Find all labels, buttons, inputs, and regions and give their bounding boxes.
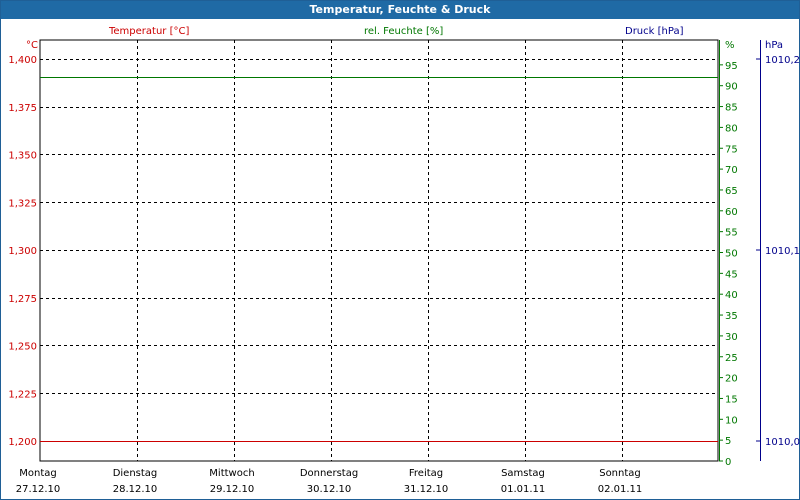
- humidity-tick-label: 40: [725, 290, 738, 301]
- humidity-tick-label: 50: [725, 249, 738, 260]
- humidity-tick-label: 80: [725, 123, 738, 134]
- x-tick-date-label: 29.12.10: [210, 484, 255, 495]
- pressure-tick-label: 1010,2: [765, 55, 800, 66]
- humidity-tick-label: 25: [725, 353, 738, 364]
- humidity-tick-label: 15: [725, 394, 738, 405]
- x-tick-date-label: 28.12.10: [113, 484, 158, 495]
- x-tick-day-label: Freitag: [409, 468, 443, 479]
- humidity-tick-label: 95: [725, 61, 738, 72]
- humidity-tick-label: 35: [725, 311, 738, 322]
- pressure-axis-label: Druck [hPa]: [625, 26, 684, 37]
- x-tick-day-label: Sonntag: [599, 468, 641, 479]
- chart: Temperatur [°C] °C 1,400 1,375 1,350 1,325 1,3…: [8, 26, 800, 495]
- x-tick-date-label: 30.12.10: [307, 484, 352, 495]
- humidity-tick-label: 85: [725, 103, 738, 114]
- humidity-tick-label: 60: [725, 207, 738, 218]
- x-tick-date-label: 31.12.10: [404, 484, 449, 495]
- x-tick-day-label: Donnerstag: [300, 468, 358, 479]
- temperature-tick-label: 1,325: [8, 198, 37, 209]
- humidity-tick-label: 10: [725, 415, 738, 426]
- pressure-tick-label: 1010,0: [765, 437, 800, 448]
- x-tick-date-label: 27.12.10: [16, 484, 61, 495]
- humidity-tick-label: 90: [725, 82, 738, 93]
- humidity-tick-label: 20: [725, 374, 738, 385]
- x-tick-day-label: Mittwoch: [209, 468, 254, 479]
- temperature-tick-label: 1,250: [8, 342, 37, 353]
- temperature-axis-label: Temperatur [°C]: [108, 26, 189, 37]
- humidity-tick-label: 55: [725, 228, 738, 239]
- temperature-tick-label: 1,225: [8, 389, 37, 400]
- temperature-tick-label: 1,275: [8, 294, 37, 305]
- x-tick-day-label: Samstag: [501, 468, 545, 479]
- temperature-tick-label: 1,350: [8, 151, 37, 162]
- humidity-tick-label: 0: [725, 457, 731, 468]
- temperature-tick-label: 1,300: [8, 246, 37, 257]
- humidity-axis-label: rel. Feuchte [%]: [364, 26, 443, 37]
- temperature-tick-label: 1,375: [8, 103, 37, 114]
- temperature-unit-label: °C: [26, 40, 38, 51]
- humidity-tick-label: 45: [725, 269, 738, 280]
- temperature-tick-label: 1,400: [8, 55, 37, 66]
- humidity-tick-label: 65: [725, 186, 738, 197]
- humidity-tick-label: 70: [725, 165, 738, 176]
- x-tick-day-label: Montag: [19, 468, 56, 479]
- temperature-tick-label: 1,200: [8, 437, 37, 448]
- humidity-tick-label: 5: [725, 436, 731, 447]
- pressure-unit-label: hPa: [765, 40, 783, 51]
- humidity-unit-label: %: [725, 40, 735, 51]
- humidity-tick-label: 75: [725, 144, 738, 155]
- humidity-tick-label: 30: [725, 332, 738, 343]
- x-tick-day-label: Dienstag: [113, 468, 158, 479]
- pressure-tick-label: 1010,1: [765, 246, 800, 257]
- x-tick-date-label: 01.01.11: [501, 484, 546, 495]
- x-tick-date-label: 02.01.11: [598, 484, 643, 495]
